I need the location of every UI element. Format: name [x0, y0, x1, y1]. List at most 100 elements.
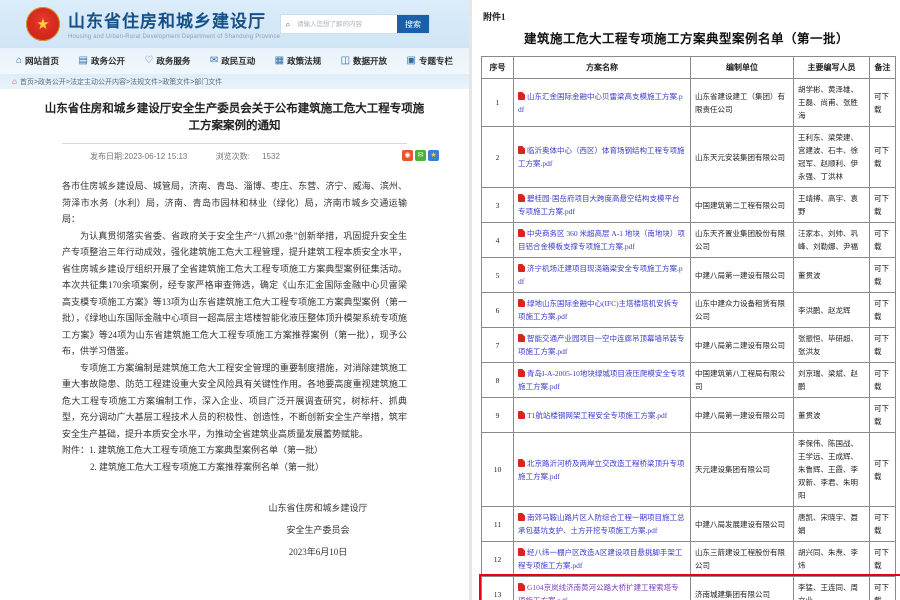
plan-cell: 南郊马鞍山路片区人防综合工程一期项目施工总承包基坑支护、土方开挖专项施工方案.p…: [514, 507, 691, 542]
org-cell: 山东省建设建工（集团）有限责任公司: [691, 79, 794, 127]
pdf-icon: [518, 229, 525, 237]
publish-date: 发布日期:2023-06-12 15:13: [90, 152, 187, 161]
org-cell: 济南城建集团有限公司: [691, 577, 794, 600]
org-cell: 中建八局发展建设有限公司: [691, 507, 794, 542]
attachment-title: 建筑施工危大工程专项施工方案典型案例名单（第一批）: [481, 28, 892, 47]
authors-cell: 胡兴同、朱焘、李炜: [794, 542, 870, 577]
org-cell: 天元建设集团有限公司: [691, 433, 794, 507]
nav-item-gov-services[interactable]: ♡政务服务: [144, 55, 190, 67]
note-cell: 可下载: [870, 127, 896, 188]
article: 山东省住房和城乡建设厅安全生产委员会关于公布建筑施工危大工程专项施工方案案例的通…: [0, 89, 469, 563]
weibo-share-icon[interactable]: ◉: [402, 150, 413, 161]
nav-item-open-data[interactable]: ◫数据开放: [341, 55, 387, 67]
search-input[interactable]: [295, 15, 397, 33]
org-cell: 山东天齐置业集团股份有限公司: [691, 223, 794, 258]
attachment-ref: 2. 建筑施工危大工程专项施工方案推荐案例名单（第一批）: [62, 459, 407, 476]
table-row: 3碧桂园·国岳府项目大跨度高悬空结构支模平台专项施工方案.pdf中国建筑第二工程…: [482, 188, 896, 223]
plan-link[interactable]: 山东汇金国际金融中心贝雷梁高支模施工方案.pdf: [518, 92, 683, 114]
plan-link[interactable]: G104京岚线济南黄河公路大桥扩建工程索塔专项施工方案.pdf: [518, 583, 679, 600]
row-number: 2: [482, 127, 514, 188]
heart-shield-icon: ♡: [144, 56, 153, 66]
article-meta: 发布日期:2023-06-12 15:13 浏览次数: 1532 ◉ ✉ ★: [18, 151, 451, 164]
star-icon: ★: [36, 17, 49, 32]
pdf-icon: [518, 459, 525, 467]
plan-cell: 中央商务区 360 米超高层 A-1 地块（南地块）项目铝合金模板支撑专项施工方…: [514, 223, 691, 258]
column-header: 方案名称: [514, 57, 691, 79]
plan-link[interactable]: 经八纬一棚户区改造A区建设项目悬挑脚手架工程专项施工方案.pdf: [518, 548, 682, 570]
row-number: 7: [482, 328, 514, 363]
column-doc-icon: ▣: [406, 56, 415, 66]
column-header: 主要编写人员: [794, 57, 870, 79]
plan-link[interactable]: 青岛I-A-2005-10地块绿城项目液压爬模安全专项施工方案.pdf: [518, 369, 685, 391]
table-body: 1山东汇金国际金融中心贝雷梁高支模施工方案.pdf 山东省建设建工（集团）有限责任…: [482, 79, 896, 600]
nav-item-interaction[interactable]: ✉政民互动: [210, 55, 255, 67]
wechat-share-icon[interactable]: ✉: [415, 150, 426, 161]
plan-cell: 经八纬一棚户区改造A区建设项目悬挑脚手架工程专项施工方案.pdf: [514, 542, 691, 577]
note-cell: 可下载: [870, 223, 896, 258]
table-row: 7智能交通产业园项目一空中连廊吊顶幕墙吊装专项施工方案.pdf中建八局第二建设有…: [482, 328, 896, 363]
plan-cell: 智能交通产业园项目一空中连廊吊顶幕墙吊装专项施工方案.pdf: [514, 328, 691, 363]
site-title-en: Housing and Urban-Rural Development Depa…: [68, 34, 280, 40]
authors-cell: 王利东、梁荣建、宫建波、石丰、徐冠军、赵顺利、伊永强、丁洪林: [794, 127, 870, 188]
pdf-icon: [518, 334, 525, 342]
plan-link[interactable]: 临沂奥体中心（西区）体育场钢结构工程专项施工方案.pdf: [518, 146, 685, 168]
article-paragraph: 为认真贯彻落实省委、省政府关于安全生产“八抓20条”创新举措，巩固提升安全生产专…: [62, 228, 407, 360]
table-row: 4中央商务区 360 米超高层 A-1 地块（南地块）项目铝合金模板支撑专项施工…: [482, 223, 896, 258]
authors-cell: 汪家本、刘帅、巩峰、刘勒娜、尹福: [794, 223, 870, 258]
plan-link[interactable]: 碧桂园·国岳府项目大跨度高悬空结构支模平台专项施工方案.pdf: [518, 194, 680, 216]
table-row: 13G104京岚线济南黄河公路大桥扩建工程索塔专项施工方案.pdf济南城建集团有…: [482, 577, 896, 600]
pdf-icon: [518, 299, 525, 307]
plan-cell: 碧桂园·国岳府项目大跨度高悬空结构支模平台专项施工方案.pdf: [514, 188, 691, 223]
nav-item-special-columns[interactable]: ▣ 专题专栏: [406, 55, 452, 67]
nav-label: 专题专栏: [419, 55, 453, 67]
breadcrumb[interactable]: ⌂ 首页>政务公开>法定主动公开内容>法规文件>政策文件>部门文件: [0, 74, 469, 89]
org-cell: 山东天元安装集团有限公司: [691, 127, 794, 188]
note-cell: 可下载: [870, 328, 896, 363]
note-cell: 可下载: [870, 293, 896, 328]
note-cell: 可下载: [870, 542, 896, 577]
plan-cell: 绿地山东国际金融中心(IFC)主塔楼塔机安拆专项施工方案.pdf: [514, 293, 691, 328]
plan-cell: 山东汇金国际金融中心贝雷梁高支模施工方案.pdf: [514, 79, 691, 127]
attachment-ref: 附件：1. 建筑施工危大工程专项施工方案典型案例名单（第一批）: [62, 442, 407, 459]
nav-item-gov-disclosure[interactable]: ▤政务公开: [79, 55, 125, 67]
org-cell: 中建八局第一建设有限公司: [691, 398, 794, 433]
plan-link[interactable]: 北京路沂河桥及两岸立交改造工程桥梁顶升专项施工方案.pdf: [518, 459, 685, 481]
row-number: 5: [482, 258, 514, 293]
table-row: 8青岛I-A-2005-10地块绿城项目液压爬模安全专项施工方案.pdf中国建筑…: [482, 363, 896, 398]
plan-link[interactable]: 智能交通产业园项目一空中连廊吊顶幕墙吊装专项施工方案.pdf: [518, 334, 685, 356]
authors-cell: 胡学彬、黄泽雄、王磊、尚甫、张胜海: [794, 79, 870, 127]
row-number: 1: [482, 79, 514, 127]
org-cell: 山东中建众力设备租赁有限公司: [691, 293, 794, 328]
plan-link[interactable]: 济宁机场迁建项目现浇箱梁安全专项施工方案.pdf: [518, 264, 683, 286]
share-icons: ◉ ✉ ★: [402, 150, 439, 161]
national-emblem-logo: ★: [26, 7, 60, 41]
note-cell: 可下载: [870, 398, 896, 433]
nav-item-policies[interactable]: ▦政策法规: [275, 55, 321, 67]
org-cell: 中国建筑第二工程有限公司: [691, 188, 794, 223]
row-number: 11: [482, 507, 514, 542]
pdf-icon: [518, 548, 525, 556]
home-icon: ⌂: [12, 78, 17, 86]
home-icon: ⌂: [16, 56, 22, 66]
favorite-share-icon[interactable]: ★: [428, 150, 439, 161]
column-header: 序号: [482, 57, 514, 79]
table-row: 10北京路沂河桥及两岸立交改造工程桥梁顶升专项施工方案.pdf天元建设集团有限公…: [482, 433, 896, 507]
plan-link[interactable]: T1航站楼钢网架工程安全专项施工方案.pdf: [527, 411, 667, 420]
nav-label: 政民互动: [221, 55, 255, 67]
article-body: 各市住房城乡建设局、城管局，济南、青岛、淄博、枣庄、东营、济宁、威海、滨州、菏泽…: [62, 178, 407, 442]
plan-link[interactable]: 南郊马鞍山路片区人防综合工程一期项目施工总承包基坑支护、土方开挖专项施工方案.p…: [518, 513, 685, 535]
search-button[interactable]: 搜索: [397, 15, 429, 33]
plan-cell: 济宁机场迁建项目现浇箱梁安全专项施工方案.pdf: [514, 258, 691, 293]
table-row: 5济宁机场迁建项目现浇箱梁安全专项施工方案.pdf中建八局第一建设有限公司董贯波…: [482, 258, 896, 293]
authors-cell: 王靖搏、高宇、袁野: [794, 188, 870, 223]
note-cell: 可下载: [870, 433, 896, 507]
pdf-icon: [518, 411, 525, 419]
table-row: 6绿地山东国际金融中心(IFC)主塔楼塔机安拆专项施工方案.pdf山东中建众力设…: [482, 293, 896, 328]
column-header: 备注: [870, 57, 896, 79]
nav-item-home[interactable]: ⌂网站首页: [16, 55, 59, 67]
plan-link[interactable]: 绿地山东国际金融中心(IFC)主塔楼塔机安拆专项施工方案.pdf: [518, 299, 679, 321]
signature-line: 2023年6月10日: [223, 541, 413, 563]
pdf-icon: [518, 146, 525, 154]
portal-page: ★ 山东省住房和城乡建设厅 Housing and Urban-Rural De…: [0, 0, 469, 600]
plan-link[interactable]: 中央商务区 360 米超高层 A-1 地块（南地块）项目铝合金模板支撑专项施工方…: [518, 229, 685, 251]
